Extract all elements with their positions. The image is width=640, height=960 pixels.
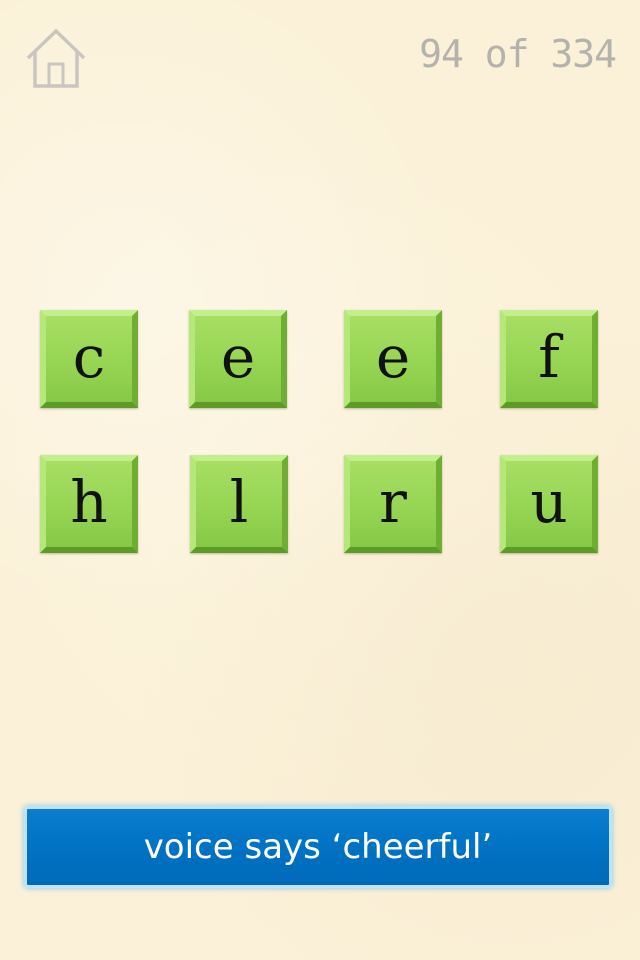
letter-tile[interactable]: u bbox=[500, 455, 598, 553]
letter-tile[interactable]: h bbox=[40, 455, 138, 553]
tile-letter: l bbox=[229, 468, 249, 536]
letter-tile[interactable]: e bbox=[344, 310, 442, 408]
tile-letter: e bbox=[375, 323, 411, 391]
voice-prompt-button[interactable]: voice says ‘cheerful’ bbox=[24, 806, 612, 888]
letter-tile[interactable]: r bbox=[344, 455, 442, 553]
voice-prompt-label: voice says ‘cheerful’ bbox=[143, 827, 493, 867]
tile-letter: r bbox=[379, 468, 407, 536]
letter-tile[interactable]: l bbox=[190, 455, 288, 553]
letter-tile[interactable]: f bbox=[500, 310, 598, 408]
tile-letter: u bbox=[530, 468, 568, 536]
tile-letter: f bbox=[538, 323, 560, 391]
tile-letter: h bbox=[70, 468, 108, 536]
letter-tile[interactable]: c bbox=[40, 310, 138, 408]
tile-letter: e bbox=[220, 323, 256, 391]
letter-tile[interactable]: e bbox=[189, 310, 287, 408]
tile-letter: c bbox=[72, 323, 106, 391]
